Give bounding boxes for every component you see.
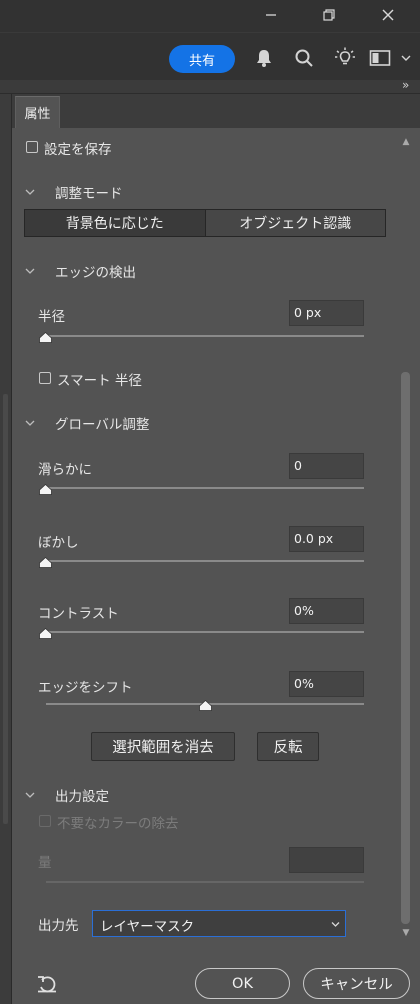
feather-slider-track[interactable] [46,560,364,562]
search-icon [295,49,313,67]
ok-button[interactable]: OK [195,968,290,999]
scroll-up-arrow[interactable]: ▲ [400,137,412,149]
smooth-slider-track[interactable] [46,487,364,489]
shift-edge-label: エッジをシフト [38,680,133,696]
chevron-down-icon[interactable] [24,790,36,800]
output-to-label: 出力先 [38,918,79,934]
close-icon [382,9,394,21]
smart-radius-checkbox[interactable] [39,372,51,384]
left-scrollbar[interactable] [3,394,8,824]
panel-tab-row: 属性 [12,94,420,128]
output-to-select[interactable]: レイヤーマスク [92,910,346,937]
smooth-slider-thumb[interactable] [39,484,52,495]
smart-radius-label: スマート 半径 [57,373,142,389]
mode-object-aware[interactable]: オブジェクト認識 [205,210,385,236]
scroll-down-arrow[interactable]: ▼ [400,928,412,940]
adjust-mode-header: 調整モード [55,186,123,202]
lightbulb-icon [335,47,355,65]
panel-scrollbar-thumb[interactable] [401,372,410,924]
shift-edge-field[interactable]: 0% [289,671,364,697]
radius-label: 半径 [38,309,65,325]
chevron-down-icon[interactable] [24,418,36,428]
smooth-label: 滑らかに [38,462,92,478]
radius-slider-thumb[interactable] [39,332,52,343]
global-adjust-header: グローバル調整 [55,417,150,433]
feather-label: ぼかし [38,535,79,551]
panel-dock-strip: » [0,78,420,94]
save-settings-checkbox[interactable] [26,141,38,153]
discover-button[interactable] [333,46,357,70]
amount-field[interactable] [289,847,364,873]
app-toolbar: 共有 [0,32,420,80]
decontaminate-label: 不要なカラーの除去 [57,816,179,832]
share-button[interactable]: 共有 [169,45,235,73]
bell-icon [257,50,271,67]
shift-edge-slider-thumb[interactable] [199,700,212,711]
feather-field[interactable]: 0.0 px [289,526,364,552]
output-settings-header: 出力設定 [55,789,109,805]
chevron-down-icon[interactable] [24,187,36,197]
reset-button[interactable] [36,974,58,994]
chevron-down-icon[interactable] [24,266,36,276]
contrast-label: コントラスト [38,606,119,622]
mode-color-aware[interactable]: 背景色に応じた [25,210,206,236]
restore-icon [323,9,335,21]
contrast-field[interactable]: 0% [289,598,364,624]
contrast-slider-thumb[interactable] [39,628,52,639]
feather-slider-thumb[interactable] [39,557,52,568]
workspace-icon [369,50,391,66]
minimize-icon [266,14,276,16]
search-button[interactable] [292,46,316,70]
chevron-down-icon [331,922,340,927]
clear-selection-button[interactable]: 選択範囲を消去 [91,732,235,761]
app-window: 共有 » 属性 ▲ ▼ 設定を保存 調整モード 背景色に応じた オブジェクト認識… [0,0,420,1004]
properties-panel: 属性 ▲ ▼ 設定を保存 調整モード 背景色に応じた オブジェクト認識 エッジの… [12,94,420,1004]
chevron-down-icon [401,55,411,61]
amount-slider-track [46,881,364,883]
radius-slider-track[interactable] [46,335,364,337]
reset-icon [38,976,56,993]
adjust-mode-toggle: 背景色に応じた オブジェクト認識 [24,209,386,237]
workspace-button[interactable] [368,46,392,70]
left-panel-gutter [0,94,12,1004]
tab-properties[interactable]: 属性 [15,96,60,128]
minimize-button[interactable] [256,4,286,26]
radius-field[interactable]: 0 px [289,300,364,326]
workspace-menu-button[interactable] [396,46,416,70]
cancel-button[interactable]: キャンセル [303,968,410,999]
close-button[interactable] [373,4,403,26]
restore-button[interactable] [314,4,344,26]
title-bar [0,0,420,32]
contrast-slider-track[interactable] [46,631,364,633]
smooth-field[interactable]: 0 [289,453,364,479]
decontaminate-checkbox[interactable] [39,815,51,827]
save-settings-label: 設定を保存 [44,142,112,158]
collapse-panels-icon[interactable]: » [402,78,409,92]
amount-label: 量 [38,855,52,871]
notifications-button[interactable] [252,46,276,70]
edge-detection-header: エッジの検出 [55,265,136,281]
output-to-value: レイヤーマスク [100,919,195,935]
invert-button[interactable]: 反転 [257,732,319,761]
